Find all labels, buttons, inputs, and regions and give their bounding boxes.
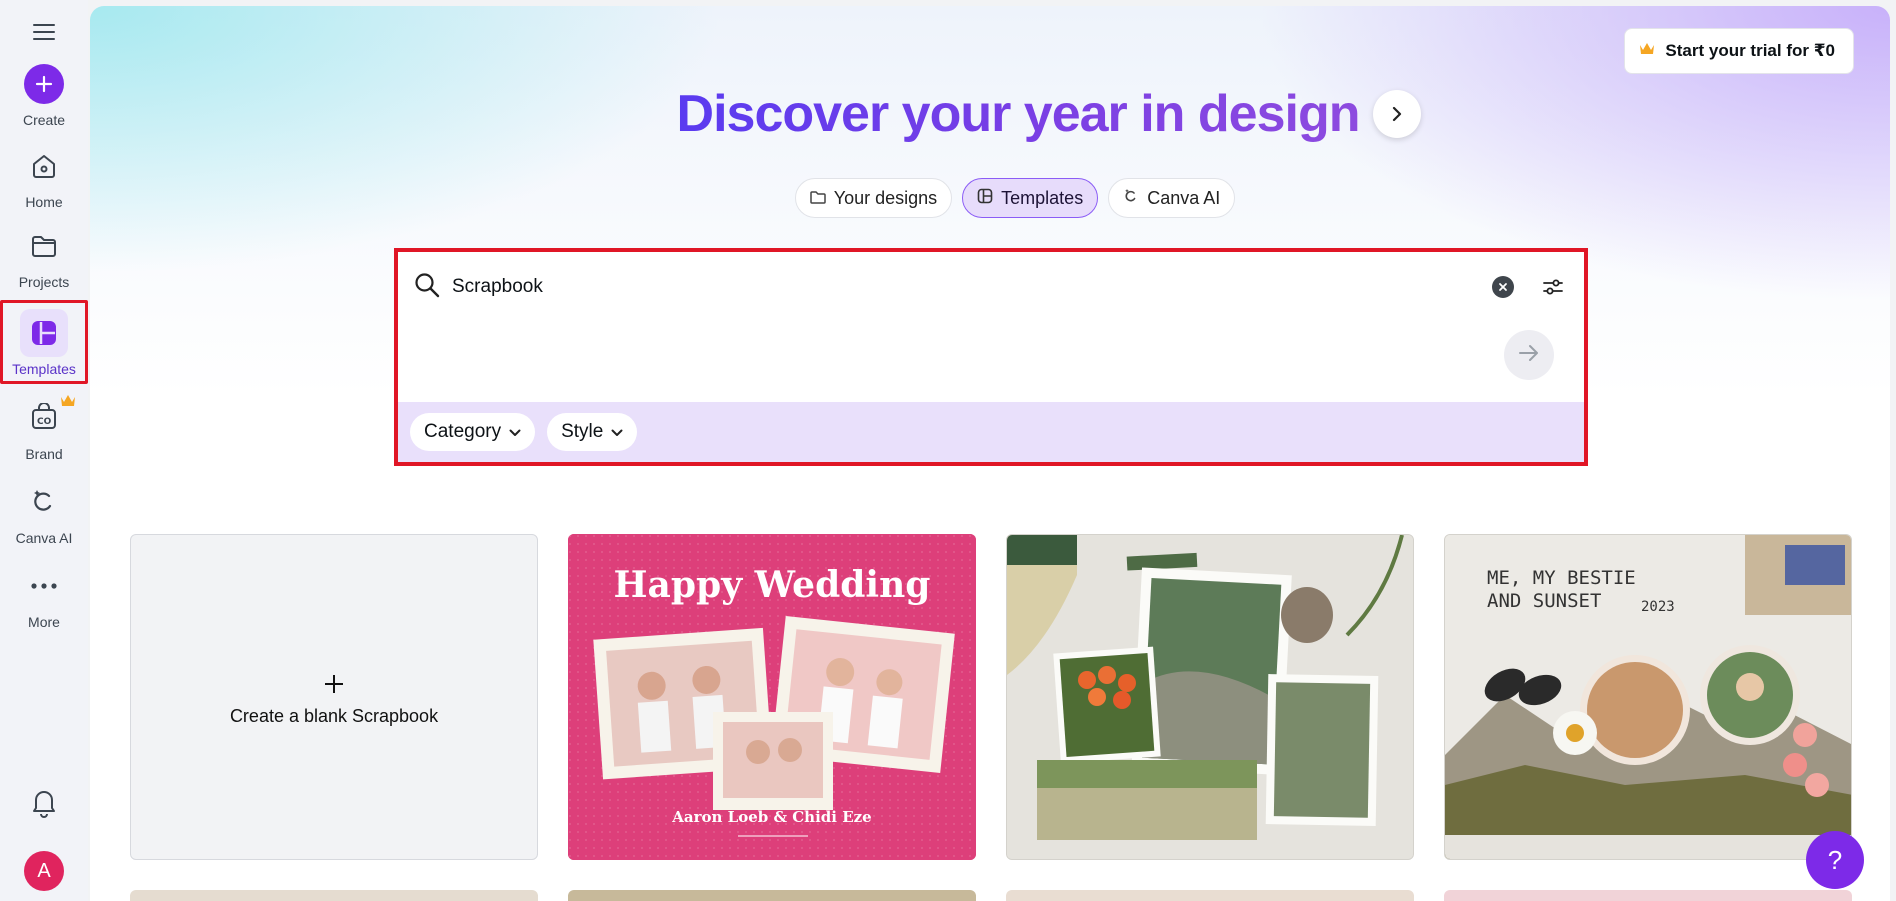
sidebar-item-templates[interactable]: Templates (0, 300, 88, 384)
sidebar-item-label: Projects (18, 274, 70, 290)
templates-icon (977, 188, 993, 209)
canva-ai-icon (20, 478, 68, 526)
page-title[interactable]: Discover your year in design (677, 84, 1361, 144)
card-title: Happy Wedding (613, 564, 931, 606)
chevron-down-icon (509, 421, 521, 443)
menu-icon[interactable] (26, 18, 62, 46)
tab-your-designs[interactable]: Your designs (794, 178, 953, 218)
search-input[interactable]: Scrapbook (452, 276, 1492, 298)
create-button[interactable]: Create (2, 64, 86, 128)
sidebar: Create Home Projects Templates CO Brand … (0, 0, 88, 901)
nature-collage-image (1007, 535, 1413, 859)
bell-icon[interactable] (29, 786, 59, 823)
clear-search-icon[interactable] (1492, 276, 1514, 298)
filter-settings-icon[interactable] (1542, 278, 1564, 296)
card-subtitle: Aaron Loeb & Chidi Eze (672, 808, 872, 826)
sidebar-item-brand[interactable]: CO Brand (2, 394, 86, 462)
template-card[interactable]: ME, MY BESTIE AND SUNSET 2023 (1444, 534, 1852, 860)
template-card[interactable] (130, 890, 538, 901)
tab-label: Your designs (833, 187, 938, 208)
sidebar-item-label: Canva AI (15, 530, 73, 546)
blank-card-label: Create a blank Scrapbook (229, 705, 439, 726)
templates-icon (20, 309, 68, 357)
style-filter[interactable]: Style (547, 413, 638, 451)
start-trial-button[interactable]: Start your trial for ₹0 (1624, 28, 1854, 74)
home-icon (20, 142, 68, 190)
chip-label: Style (561, 421, 604, 442)
tab-templates[interactable]: Templates (962, 178, 1099, 218)
template-card[interactable] (1444, 890, 1852, 901)
search-submit-button[interactable] (1504, 330, 1554, 380)
avatar[interactable]: A (24, 851, 64, 891)
chevron-down-icon (611, 421, 623, 443)
tab-label: Canva AI (1147, 187, 1221, 208)
template-card[interactable] (1006, 890, 1414, 901)
filter-bar: Category Style (398, 402, 1584, 462)
arrow-right-icon (1518, 344, 1540, 367)
help-button[interactable]: ? (1806, 831, 1864, 889)
canva-ai-icon (1123, 188, 1139, 209)
create-label: Create (22, 112, 66, 128)
plus-icon (24, 64, 64, 104)
search-box: Scrapbook Category Style (394, 248, 1588, 466)
tab-canva-ai[interactable]: Canva AI (1108, 178, 1236, 218)
sidebar-item-label: More (28, 614, 60, 630)
category-filter[interactable]: Category (410, 413, 536, 451)
trial-label: Start your trial for ₹0 (1665, 41, 1835, 60)
template-card[interactable] (568, 890, 976, 901)
crown-icon (1639, 41, 1655, 61)
folder-icon (20, 222, 68, 270)
sidebar-item-projects[interactable]: Projects (2, 222, 86, 290)
sidebar-item-more[interactable]: More (2, 562, 86, 630)
main-content: Start your trial for ₹0 Discover your ye… (90, 6, 1890, 901)
template-card[interactable] (1006, 534, 1414, 860)
card-year: 2023 (1641, 599, 1675, 615)
sidebar-item-label: Brand (25, 446, 63, 462)
plus-icon (323, 668, 345, 700)
tab-label: Templates (1001, 187, 1084, 208)
sidebar-item-label: Templates (12, 361, 76, 377)
crown-icon (60, 394, 76, 412)
sidebar-item-home[interactable]: Home (2, 142, 86, 210)
sidebar-item-canva-ai[interactable]: Canva AI (2, 478, 86, 546)
search-tabs: Your designs Templates Canva AI (90, 178, 1890, 218)
headline-arrow-button[interactable] (1373, 90, 1422, 138)
folder-icon (809, 188, 826, 209)
card-title: ME, MY BESTIE AND SUNSET (1487, 567, 1636, 612)
create-blank-card[interactable]: Create a blank Scrapbook (130, 534, 538, 860)
svg-text:CO: CO (37, 417, 52, 427)
template-card[interactable]: Happy Wedding Aaron Loeb & Chidi Eze (568, 534, 976, 860)
more-icon (20, 562, 68, 610)
search-icon (414, 272, 440, 303)
chip-label: Category (424, 421, 502, 442)
sidebar-item-label: Home (25, 194, 63, 210)
